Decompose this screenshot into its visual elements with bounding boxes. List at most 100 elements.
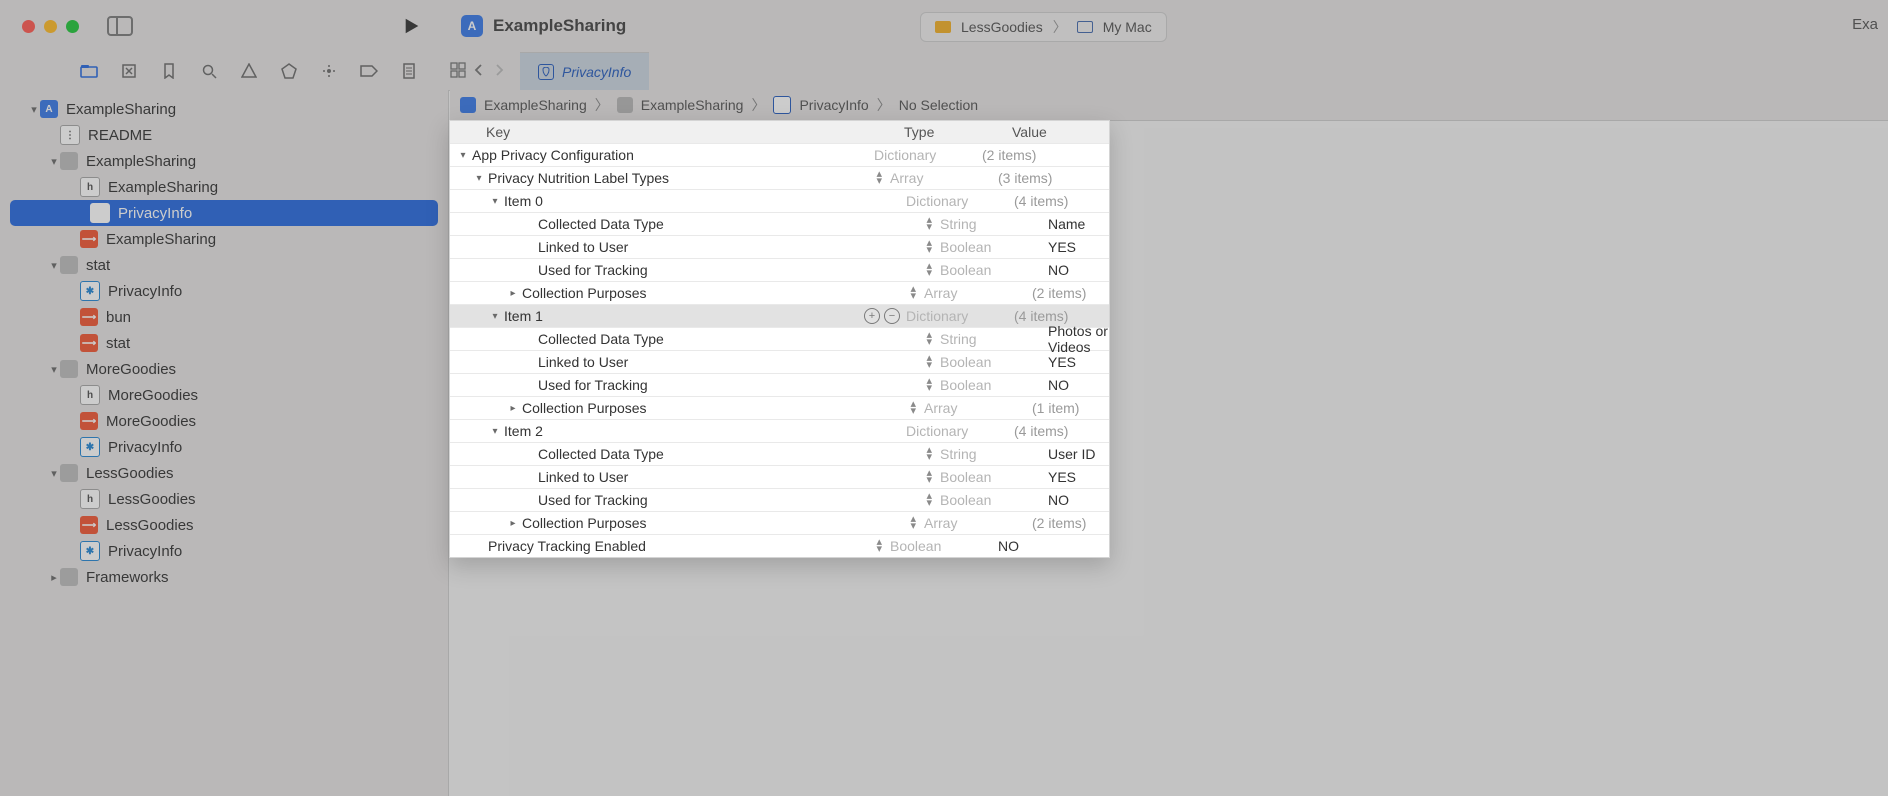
disclosure-icon[interactable] [506,518,520,529]
minimize-window-icon[interactable] [44,20,57,33]
plist-row[interactable]: Collected Data Type▴▾ String Name [450,213,1109,236]
header-value[interactable]: Value [1002,124,1109,140]
tree-file-privacyinfo[interactable]: ✱ PrivacyInfo [10,200,438,226]
plist-value[interactable]: NO [1038,377,1109,393]
plist-value[interactable]: User ID [1038,446,1109,462]
disclosure-icon[interactable] [506,288,520,299]
plist-type[interactable]: Dictionary [874,147,972,163]
tree-file-lessgoodies-privacyinfo[interactable]: ✱ PrivacyInfo [0,538,448,564]
zoom-window-icon[interactable] [66,20,79,33]
disclosure-icon[interactable] [488,311,502,322]
tree-file-moregoodies-swift[interactable]: ⟶ MoreGoodies [0,408,448,434]
related-items-icon[interactable] [450,62,466,81]
tree-group-frameworks[interactable]: Frameworks [0,564,448,590]
disclosure-icon[interactable] [488,196,502,207]
plist-row[interactable]: Linked to User▴▾ Boolean YES [450,351,1109,374]
crumb-1[interactable]: ExampleSharing [641,97,744,113]
plist-type[interactable]: String [940,216,1038,232]
tree-file-bun[interactable]: ⟶ bun [0,304,448,330]
breakpoint-navigator-icon[interactable] [360,62,378,80]
forward-button[interactable] [492,63,506,80]
tree-group-stat[interactable]: stat [0,252,448,278]
crumb-3[interactable]: No Selection [899,97,978,113]
plist-row[interactable]: Collected Data Type▴▾ String User ID [450,443,1109,466]
plist-type[interactable]: Boolean [940,469,1038,485]
header-type[interactable]: Type [904,124,1002,140]
plist-value[interactable]: YES [1038,354,1109,370]
plist-value[interactable]: YES [1038,469,1109,485]
disclosure-icon[interactable] [48,467,60,480]
key-popup-icon[interactable]: ▴▾ [876,539,882,553]
disclosure-icon[interactable] [472,173,486,184]
plist-type[interactable]: Array [890,170,988,186]
tree-file-lessgoodies-swift[interactable]: ⟶ LessGoodies [0,512,448,538]
plist-row[interactable]: Privacy Nutrition Label Types▴▾ Array (3… [450,167,1109,190]
tree-readme[interactable]: ⋮ README [0,122,448,148]
key-popup-icon[interactable]: ▴▾ [926,263,932,277]
sidebar-toggle-icon[interactable] [107,16,133,36]
remove-row-button[interactable]: − [884,308,900,324]
plist-value[interactable]: NO [1038,492,1109,508]
plist-type[interactable]: String [940,446,1038,462]
key-popup-icon[interactable]: ▴▾ [926,470,932,484]
plist-value[interactable]: NO [1038,262,1109,278]
plist-type[interactable]: Boolean [940,239,1038,255]
disclosure-icon[interactable] [28,103,40,116]
plist-type[interactable]: Boolean [940,492,1038,508]
disclosure-icon[interactable] [48,363,60,376]
plist-row[interactable]: Item 2 Dictionary (4 items) [450,420,1109,443]
tree-file-moregoodies-privacyinfo[interactable]: ✱ PrivacyInfo [0,434,448,460]
key-popup-icon[interactable]: ▴▾ [910,516,916,530]
disclosure-icon[interactable] [48,155,60,168]
find-navigator-icon[interactable] [200,62,218,80]
plist-value[interactable]: Name [1038,216,1109,232]
plist-type[interactable]: Boolean [940,377,1038,393]
project-navigator-icon[interactable] [80,62,98,80]
plist-row[interactable]: Linked to User▴▾ Boolean YES [450,466,1109,489]
plist-type[interactable]: Boolean [890,538,988,554]
key-popup-icon[interactable]: ▴▾ [926,378,932,392]
plist-row[interactable]: App Privacy Configuration Dictionary (2 … [450,144,1109,167]
tree-group-examplesharing[interactable]: ExampleSharing [0,148,448,174]
disclosure-icon[interactable] [48,571,60,584]
plist-row[interactable]: Used for Tracking▴▾ Boolean NO [450,489,1109,512]
plist-row[interactable]: Collection Purposes▴▾ Array (2 items) [450,282,1109,305]
crumb-0[interactable]: ExampleSharing [484,97,587,113]
tree-file-stat[interactable]: ⟶ stat [0,330,448,356]
disclosure-icon[interactable] [456,150,470,161]
plist-type[interactable]: Array [924,285,1022,301]
crumb-2[interactable]: PrivacyInfo [799,97,868,113]
header-key[interactable]: Key [450,124,904,140]
disclosure-icon[interactable] [48,259,60,272]
key-popup-icon[interactable]: ▴▾ [926,240,932,254]
key-popup-icon[interactable]: ▴▾ [926,332,932,346]
plist-row[interactable]: Linked to User▴▾ Boolean YES [450,236,1109,259]
plist-type[interactable]: Boolean [940,262,1038,278]
plist-row[interactable]: Collection Purposes▴▾ Array (1 item) [450,397,1109,420]
disclosure-icon[interactable] [488,426,502,437]
tree-group-lessgoodies[interactable]: LessGoodies [0,460,448,486]
test-navigator-icon[interactable] [280,62,298,80]
plist-value[interactable]: YES [1038,239,1109,255]
tab-privacyinfo[interactable]: PrivacyInfo [520,52,649,91]
plist-type[interactable]: Boolean [940,354,1038,370]
bookmark-navigator-icon[interactable] [160,62,178,80]
plist-row[interactable]: Used for Tracking▴▾ Boolean NO [450,374,1109,397]
key-popup-icon[interactable]: ▴▾ [926,217,932,231]
key-popup-icon[interactable]: ▴▾ [926,355,932,369]
tree-file-stat-privacyinfo[interactable]: ✱ PrivacyInfo [0,278,448,304]
plist-type[interactable]: Array [924,400,1022,416]
plist-row-selected[interactable]: Item 1 + − Dictionary (4 items) [450,305,1109,328]
add-row-button[interactable]: + [864,308,880,324]
scheme-selector[interactable]: LessGoodies 〉 My Mac [920,12,1167,42]
disclosure-icon[interactable] [506,403,520,414]
issue-navigator-icon[interactable] [240,62,258,80]
plist-type[interactable]: String [940,331,1038,347]
tree-file-examplesharing-h[interactable]: h ExampleSharing [0,174,448,200]
key-popup-icon[interactable]: ▴▾ [926,493,932,507]
key-popup-icon[interactable]: ▴▾ [876,171,882,185]
tree-group-moregoodies[interactable]: MoreGoodies [0,356,448,382]
plist-value[interactable]: Photos or Videos [1038,323,1109,355]
report-navigator-icon[interactable] [400,62,418,80]
plist-value[interactable]: NO [988,538,1109,554]
